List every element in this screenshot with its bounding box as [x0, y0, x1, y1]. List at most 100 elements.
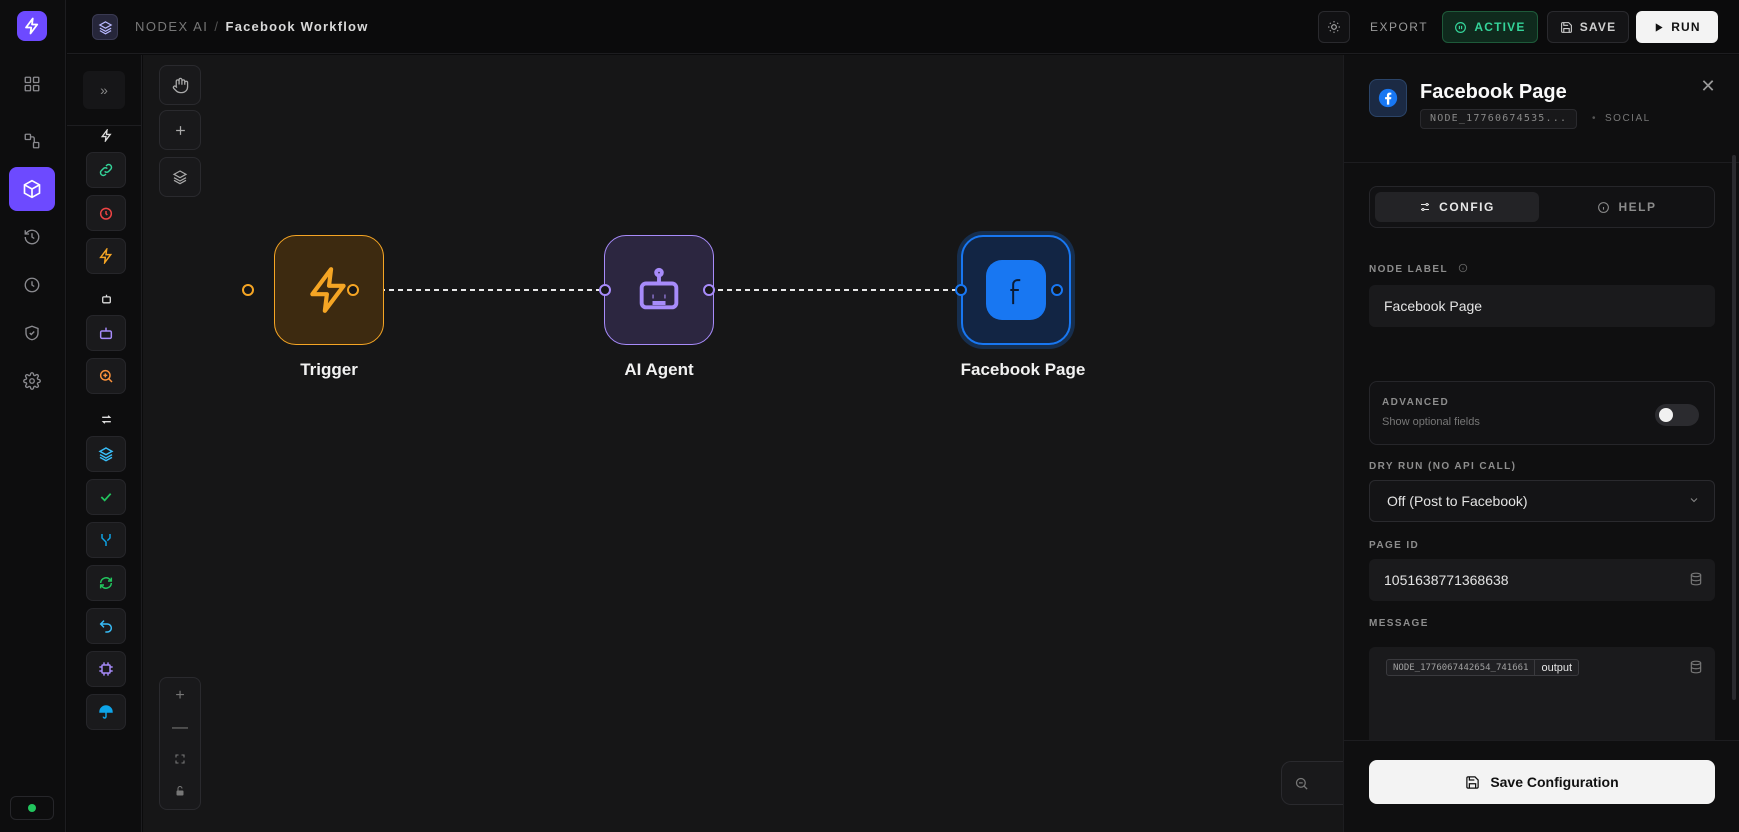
save-button[interactable]: SAVE: [1547, 11, 1629, 43]
minus-icon: —: [172, 719, 188, 736]
theme-toggle-button[interactable]: [1318, 11, 1350, 43]
hand-icon: [172, 77, 188, 93]
add-node-button[interactable]: [159, 110, 201, 150]
lock-icon: [176, 786, 184, 796]
node-ai-agent[interactable]: [604, 235, 714, 345]
trigger-node-icon[interactable]: [86, 238, 126, 274]
close-icon: ✕: [1700, 75, 1716, 96]
active-toggle-button[interactable]: ACTIVE: [1442, 11, 1538, 43]
tab-config[interactable]: CONFIG: [1375, 192, 1539, 222]
node-palette: »: [67, 55, 142, 832]
workflow-canvas[interactable]: + — Trigger AI Agent Facebook Page: [143, 55, 1343, 832]
save-label: SAVE: [1579, 20, 1617, 34]
active-label: ACTIVE: [1474, 20, 1526, 34]
sliders-icon: [1421, 203, 1430, 211]
webhook-node-icon[interactable]: [86, 152, 126, 188]
save-configuration-button[interactable]: Save Configuration: [1369, 760, 1715, 804]
play-icon: [1655, 22, 1663, 32]
chevron-down-icon: [1688, 494, 1700, 506]
shield-icon[interactable]: [18, 319, 46, 347]
settings-icon[interactable]: [18, 367, 46, 395]
status-dot: [28, 804, 36, 812]
layers-node-icon[interactable]: [86, 436, 126, 472]
sun-icon: [1328, 21, 1340, 33]
merge-node-icon[interactable]: [86, 522, 126, 558]
panel-tabs: CONFIG HELP: [1369, 186, 1715, 228]
left-rail: [0, 0, 66, 832]
node-category: SOCIAL: [1592, 113, 1651, 124]
hand-tool-button[interactable]: [159, 65, 201, 105]
chevrons-right-icon: »: [100, 82, 108, 98]
variable-chip[interactable]: NODE_1776067442654_741661 output: [1386, 659, 1580, 676]
run-button[interactable]: RUN: [1636, 11, 1718, 43]
schedule-node-icon[interactable]: [86, 195, 126, 231]
page-id-value: 1051638771368638: [1384, 572, 1509, 588]
advanced-title: ADVANCED: [1382, 397, 1450, 408]
ai-category-icon: [96, 288, 116, 308]
run-label: RUN: [1671, 20, 1701, 34]
layers-icon[interactable]: [92, 14, 118, 40]
node-config-panel: Facebook Page NODE_17760674535... SOCIAL…: [1343, 55, 1739, 832]
ai-agent-node-icon[interactable]: [86, 315, 126, 351]
info-icon: [1598, 201, 1610, 213]
return-node-icon[interactable]: [86, 608, 126, 644]
edges-layer: [353, 289, 957, 291]
trigger-output-port[interactable]: [347, 284, 359, 296]
save-icon: [1560, 21, 1572, 33]
robot-icon: [639, 267, 679, 310]
trigger-input-port[interactable]: [242, 284, 254, 296]
database-icon[interactable]: [1689, 660, 1703, 674]
search-analyze-node-icon[interactable]: [86, 358, 126, 394]
loop-node-icon[interactable]: [86, 565, 126, 601]
panel-header: Facebook Page NODE_17760674535... SOCIAL…: [1344, 55, 1739, 163]
breadcrumb: NODEX AI / Facebook Workflow: [135, 19, 369, 34]
node-label-field-label: NODE LABEL: [1369, 263, 1468, 275]
pause-circle-icon: [1455, 21, 1467, 33]
save-icon: [1466, 775, 1480, 789]
close-panel-button[interactable]: ✕: [1699, 75, 1717, 96]
layers-button[interactable]: [159, 157, 201, 197]
advanced-toggle[interactable]: [1655, 404, 1699, 426]
dry-run-label: DRY RUN (NO API CALL): [1369, 461, 1517, 472]
tab-help-label: HELP: [1618, 200, 1657, 214]
search-nodes-button[interactable]: [1281, 761, 1343, 805]
chip-node-icon[interactable]: [86, 651, 126, 687]
agent-output-port[interactable]: [703, 284, 715, 296]
export-button[interactable]: EXPORT: [1363, 11, 1435, 43]
check-node-icon[interactable]: [86, 479, 126, 515]
agent-input-port[interactable]: [599, 284, 611, 296]
node-id-badge[interactable]: NODE_17760674535...: [1420, 109, 1578, 129]
info-icon: [1458, 263, 1468, 273]
toggle-knob: [1659, 408, 1673, 422]
save-configuration-label: Save Configuration: [1490, 774, 1619, 790]
top-bar: NODEX AI / Facebook Workflow EXPORT ACTIVE…: [67, 0, 1739, 54]
advanced-section: ADVANCED Show optional fields: [1369, 381, 1715, 445]
clock-icon[interactable]: [18, 271, 46, 299]
lock-button[interactable]: [160, 776, 200, 806]
panel-scrollbar[interactable]: [1732, 155, 1736, 700]
chip-node-id: NODE_1776067442654_741661: [1387, 660, 1536, 675]
node-trigger[interactable]: [274, 235, 384, 345]
history-icon[interactable]: [18, 223, 46, 251]
database-icon[interactable]: [1689, 572, 1703, 586]
facebook-input-port[interactable]: [955, 284, 967, 296]
breadcrumb-app[interactable]: NODEX AI: [135, 19, 208, 34]
zoom-out-button[interactable]: —: [160, 713, 200, 743]
dashboard-icon[interactable]: [18, 70, 46, 98]
cube-icon[interactable]: [9, 167, 55, 211]
fit-view-button[interactable]: [160, 744, 200, 774]
app-logo[interactable]: [17, 11, 47, 41]
layers-icon: [172, 170, 188, 185]
advanced-subtitle: Show optional fields: [1382, 416, 1480, 428]
workflow-icon[interactable]: [18, 127, 46, 155]
umbrella-node-icon[interactable]: [86, 694, 126, 730]
expand-palette-button[interactable]: »: [83, 71, 125, 109]
tab-help[interactable]: HELP: [1545, 192, 1709, 222]
facebook-output-port[interactable]: [1051, 284, 1063, 296]
dry-run-select[interactable]: Off (Post to Facebook): [1369, 480, 1715, 522]
zoom-in-button[interactable]: +: [160, 681, 200, 711]
node-label-input[interactable]: Facebook Page: [1369, 285, 1715, 327]
breadcrumb-separator: /: [214, 19, 220, 34]
chip-field: output: [1541, 661, 1573, 674]
page-id-input[interactable]: 1051638771368638: [1369, 559, 1715, 601]
